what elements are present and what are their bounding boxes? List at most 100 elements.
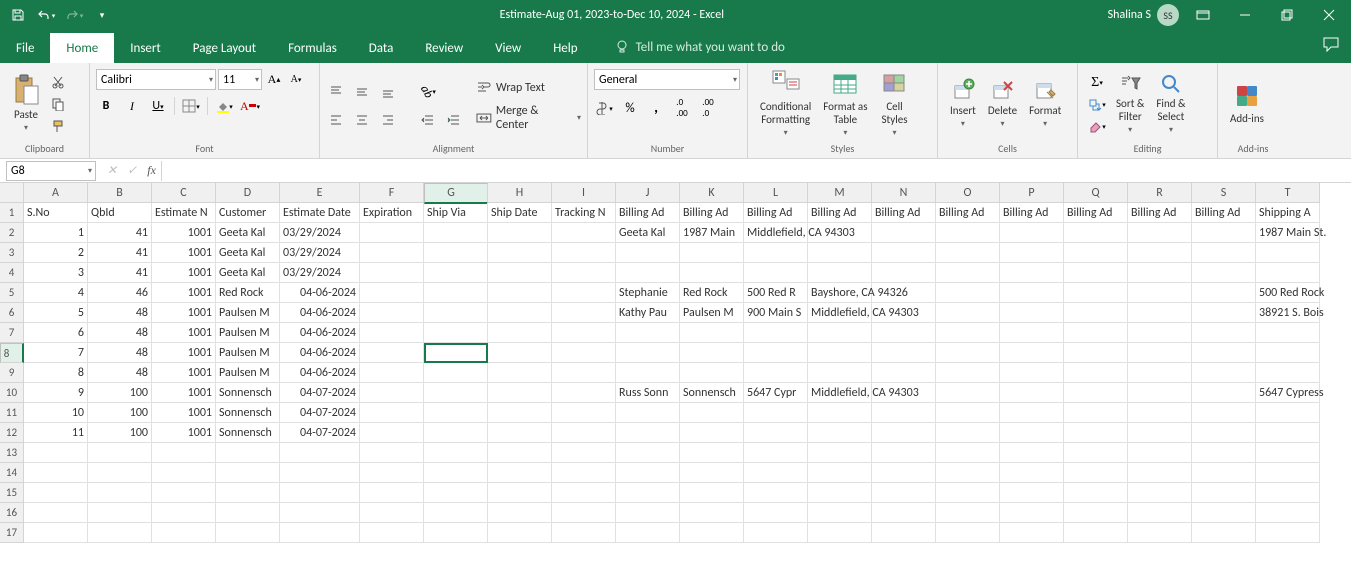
- cell-H8[interactable]: [488, 343, 552, 363]
- cell-D5[interactable]: Red Rock: [216, 283, 280, 303]
- cell-O5[interactable]: [936, 283, 1000, 303]
- cell-E2[interactable]: 03/29/2024: [280, 223, 360, 243]
- cell-R11[interactable]: [1128, 403, 1192, 423]
- cell-Q4[interactable]: [1064, 263, 1128, 283]
- cell-B14[interactable]: [88, 463, 152, 483]
- row-header-7[interactable]: 7: [0, 323, 24, 343]
- cell-I13[interactable]: [552, 443, 616, 463]
- col-header-S[interactable]: S: [1192, 183, 1256, 203]
- select-all-corner[interactable]: [0, 183, 24, 203]
- cell-T10[interactable]: 5647 Cypress: [1256, 383, 1320, 403]
- cell-A13[interactable]: [24, 443, 88, 463]
- cell-Q7[interactable]: [1064, 323, 1128, 343]
- col-header-E[interactable]: E: [280, 183, 360, 203]
- cell-F8[interactable]: [360, 343, 424, 363]
- cell-A10[interactable]: 9: [24, 383, 88, 403]
- cell-C12[interactable]: 1001: [152, 423, 216, 443]
- cell-E17[interactable]: [280, 523, 360, 543]
- font-color-button[interactable]: A▾: [240, 96, 260, 116]
- col-header-C[interactable]: C: [152, 183, 216, 203]
- cell-D17[interactable]: [216, 523, 280, 543]
- cell-R3[interactable]: [1128, 243, 1192, 263]
- cell-N10[interactable]: [872, 383, 936, 403]
- cell-K1[interactable]: Billing Ad: [680, 203, 744, 223]
- cell-R6[interactable]: [1128, 303, 1192, 323]
- cell-K5[interactable]: Red Rock: [680, 283, 744, 303]
- font-name-select[interactable]: Calibri▾: [96, 69, 216, 90]
- cell-K3[interactable]: [680, 243, 744, 263]
- cell-F9[interactable]: [360, 363, 424, 383]
- cell-L16[interactable]: [744, 503, 808, 523]
- cell-N11[interactable]: [872, 403, 936, 423]
- cell-J17[interactable]: [616, 523, 680, 543]
- cell-O9[interactable]: [936, 363, 1000, 383]
- percent-button[interactable]: %: [620, 98, 640, 118]
- cell-F14[interactable]: [360, 463, 424, 483]
- redo-button[interactable]: ▾: [62, 3, 86, 27]
- col-header-L[interactable]: L: [744, 183, 808, 203]
- cell-Q5[interactable]: [1064, 283, 1128, 303]
- col-header-F[interactable]: F: [360, 183, 424, 203]
- cell-Q10[interactable]: [1064, 383, 1128, 403]
- row-header-4[interactable]: 4: [0, 263, 24, 283]
- cell-I4[interactable]: [552, 263, 616, 283]
- cell-M3[interactable]: [808, 243, 872, 263]
- cell-P5[interactable]: [1000, 283, 1064, 303]
- cell-K11[interactable]: [680, 403, 744, 423]
- cell-S9[interactable]: [1192, 363, 1256, 383]
- cell-B11[interactable]: 100: [88, 403, 152, 423]
- undo-button[interactable]: ▾: [34, 3, 58, 27]
- cell-P13[interactable]: [1000, 443, 1064, 463]
- col-header-G[interactable]: G: [424, 183, 488, 204]
- cell-A4[interactable]: 3: [24, 263, 88, 283]
- cell-G10[interactable]: [424, 383, 488, 403]
- cell-K9[interactable]: [680, 363, 744, 383]
- name-box[interactable]: G8▾: [6, 161, 96, 181]
- cell-I5[interactable]: [552, 283, 616, 303]
- cell-A11[interactable]: 10: [24, 403, 88, 423]
- cell-L4[interactable]: [744, 263, 808, 283]
- format-painter-button[interactable]: [48, 116, 68, 136]
- cell-A1[interactable]: S.No: [24, 203, 88, 223]
- cell-C15[interactable]: [152, 483, 216, 503]
- cell-P3[interactable]: [1000, 243, 1064, 263]
- decrease-decimal-button[interactable]: .00.0: [698, 98, 718, 118]
- align-bottom-button[interactable]: [378, 82, 398, 102]
- cell-M10[interactable]: Middlefield, CA 94303: [808, 383, 872, 403]
- cell-T3[interactable]: [1256, 243, 1320, 263]
- cell-I6[interactable]: [552, 303, 616, 323]
- cell-N12[interactable]: [872, 423, 936, 443]
- cell-R17[interactable]: [1128, 523, 1192, 543]
- cell-I8[interactable]: [552, 343, 616, 363]
- cell-S16[interactable]: [1192, 503, 1256, 523]
- cell-I2[interactable]: [552, 223, 616, 243]
- cell-F16[interactable]: [360, 503, 424, 523]
- cell-T17[interactable]: [1256, 523, 1320, 543]
- cell-G4[interactable]: [424, 263, 488, 283]
- cell-L3[interactable]: [744, 243, 808, 263]
- cell-L1[interactable]: Billing Ad: [744, 203, 808, 223]
- cell-G8[interactable]: [424, 343, 488, 363]
- cell-B1[interactable]: QbId: [88, 203, 152, 223]
- cell-F3[interactable]: [360, 243, 424, 263]
- borders-button[interactable]: ▾: [181, 96, 201, 116]
- cell-T1[interactable]: Shipping A: [1256, 203, 1320, 223]
- cell-G15[interactable]: [424, 483, 488, 503]
- cell-L6[interactable]: 900 Main S: [744, 303, 808, 323]
- cell-P10[interactable]: [1000, 383, 1064, 403]
- cell-I16[interactable]: [552, 503, 616, 523]
- cell-Q9[interactable]: [1064, 363, 1128, 383]
- cell-N7[interactable]: [872, 323, 936, 343]
- cell-O2[interactable]: [936, 223, 1000, 243]
- cell-I1[interactable]: Tracking N: [552, 203, 616, 223]
- cell-J10[interactable]: Russ Sonn: [616, 383, 680, 403]
- cell-M5[interactable]: Bayshore, CA 94326: [808, 283, 872, 303]
- cell-F13[interactable]: [360, 443, 424, 463]
- row-header-11[interactable]: 11: [0, 403, 24, 423]
- col-header-K[interactable]: K: [680, 183, 744, 203]
- cell-N4[interactable]: [872, 263, 936, 283]
- cell-D10[interactable]: Sonnensch: [216, 383, 280, 403]
- decrease-font-button[interactable]: A▾: [286, 70, 306, 90]
- cell-F1[interactable]: Expiration: [360, 203, 424, 223]
- cell-N1[interactable]: Billing Ad: [872, 203, 936, 223]
